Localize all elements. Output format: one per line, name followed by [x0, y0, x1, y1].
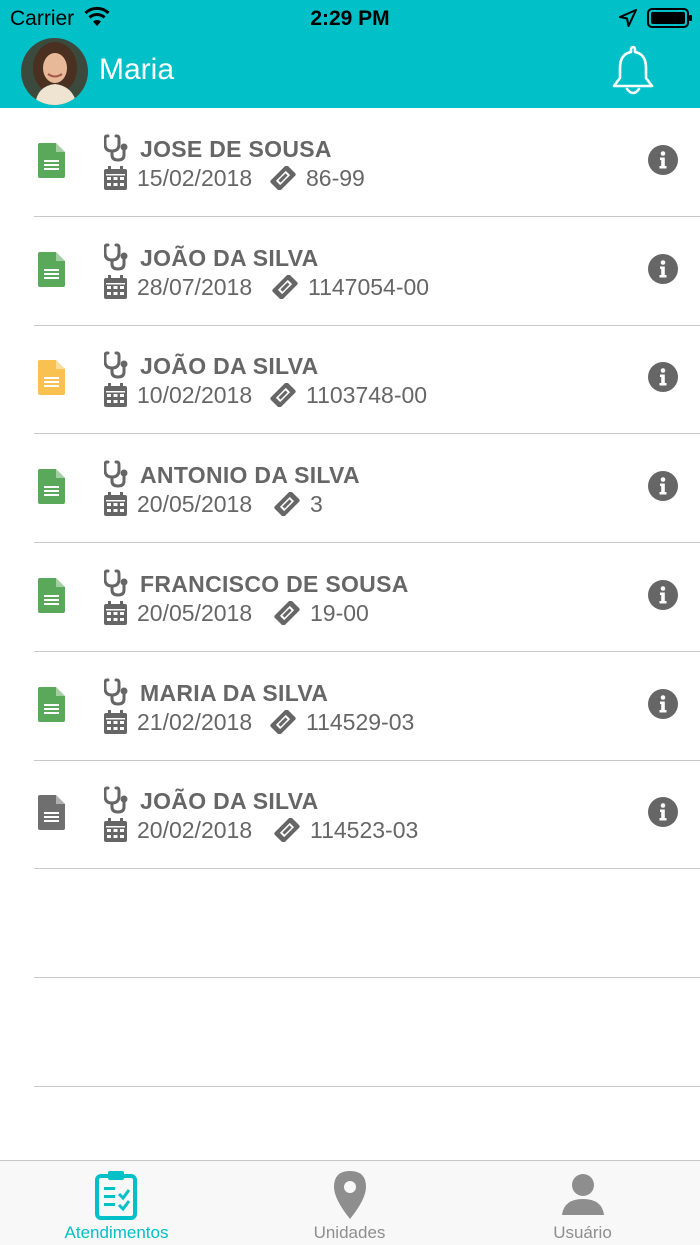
patient-name: FRANCISCO DE SOUSA [140, 570, 409, 597]
info-icon[interactable] [648, 797, 678, 828]
user-icon [562, 1174, 604, 1215]
document-icon [38, 251, 65, 287]
document-icon [38, 577, 65, 613]
list-item[interactable]: JOSE DE SOUSA 15/02/2018 86-99 [0, 108, 700, 217]
stethoscope-icon [104, 134, 128, 162]
stethoscope-icon [104, 351, 128, 379]
ticket-icon [270, 709, 296, 734]
status-bar: Carrier 2:29 PM [0, 0, 700, 36]
avatar[interactable] [21, 38, 88, 105]
avatar-photo [21, 38, 88, 105]
clipboard-check-icon [95, 1171, 137, 1220]
location-arrow-icon [619, 9, 637, 27]
calendar-icon [104, 600, 127, 625]
stethoscope-icon [104, 786, 128, 814]
tab-unidades[interactable]: Unidades [233, 1161, 466, 1245]
stethoscope-icon [104, 460, 128, 488]
row-divider [34, 1085, 700, 1087]
app-header: Maria [0, 36, 700, 108]
info-icon[interactable] [648, 145, 678, 175]
document-icon [38, 469, 65, 505]
empty-row [0, 978, 700, 1087]
calendar-icon [104, 709, 127, 734]
info-icon[interactable] [648, 688, 678, 719]
patient-name: JOÃO DA SILVA [140, 788, 319, 815]
attendance-date: 20/05/2018 [137, 599, 253, 626]
list-item[interactable]: FRANCISCO DE SOUSA 20/05/2018 19-00 [0, 543, 700, 652]
calendar-icon [104, 492, 127, 517]
patient-name: JOSE DE SOUSA [140, 136, 332, 162]
stethoscope-icon [104, 569, 128, 597]
list-item[interactable]: JOÃO DA SILVA 10/02/2018 1103748-00 [0, 325, 700, 435]
tab-label: Usuário [553, 1223, 612, 1242]
patient-name: JOÃO DA SILVA [140, 244, 319, 271]
attendance-date: 21/02/2018 [137, 708, 253, 735]
attendance-code: 114529-03 [306, 708, 415, 735]
tab-atendimentos[interactable]: Atendimentos [0, 1161, 233, 1245]
patient-name: JOÃO DA SILVA [140, 353, 319, 380]
calendar-icon [104, 166, 127, 190]
bell-icon[interactable] [609, 44, 657, 100]
patient-name: ANTONIO DA SILVA [140, 462, 360, 489]
user-name: Maria [99, 53, 175, 86]
info-icon[interactable] [648, 253, 678, 284]
attendance-date: 10/02/2018 [137, 382, 253, 409]
attendance-date: 15/02/2018 [137, 165, 253, 191]
ticket-icon [274, 818, 300, 843]
document-icon [38, 143, 65, 178]
list-item[interactable]: ANTONIO DA SILVA 20/05/2018 3 [0, 434, 700, 544]
document-icon [38, 795, 65, 831]
attendance-code: 114523-03 [310, 817, 419, 844]
stethoscope-icon [104, 678, 128, 706]
attendance-date: 28/07/2018 [137, 273, 253, 300]
attendance-date: 20/02/2018 [137, 817, 253, 844]
ticket-icon [274, 492, 300, 517]
stethoscope-icon [104, 243, 128, 271]
tab-bar: Atendimentos Unidades Usuário [0, 1160, 700, 1245]
map-marker-icon [334, 1171, 366, 1219]
info-icon[interactable] [648, 362, 678, 393]
attendance-code: 19-00 [310, 599, 369, 626]
list-item[interactable]: JOÃO DA SILVA 28/07/2018 1147054-00 [0, 217, 700, 326]
ticket-icon [272, 274, 298, 299]
tab-usuario[interactable]: Usuário [466, 1161, 699, 1245]
list-item[interactable]: JOÃO DA SILVA 20/02/2018 114523-03 [0, 760, 700, 870]
clock: 2:29 PM [310, 7, 390, 30]
info-icon[interactable] [648, 471, 678, 502]
calendar-icon [104, 274, 127, 299]
info-icon[interactable] [648, 579, 678, 610]
document-icon [38, 686, 65, 722]
battery-icon [647, 8, 692, 28]
ticket-icon [270, 166, 296, 190]
list-item[interactable]: MARIA DA SILVA 21/02/2018 114529-03 [0, 652, 700, 761]
calendar-icon [104, 818, 127, 843]
attendance-date: 20/05/2018 [137, 491, 253, 518]
ticket-icon [274, 600, 300, 625]
ticket-icon [270, 383, 296, 408]
attendance-code: 1103748-00 [306, 382, 428, 409]
patient-name: MARIA DA SILVA [140, 679, 329, 706]
attendance-code: 3 [310, 491, 323, 518]
tab-label: Atendimentos [64, 1223, 169, 1242]
document-icon [38, 360, 65, 396]
attendance-code: 1147054-00 [308, 273, 430, 300]
calendar-icon [104, 383, 127, 408]
empty-row [0, 869, 700, 978]
attendance-code: 86-99 [306, 165, 365, 191]
tab-label: Unidades [313, 1223, 386, 1242]
